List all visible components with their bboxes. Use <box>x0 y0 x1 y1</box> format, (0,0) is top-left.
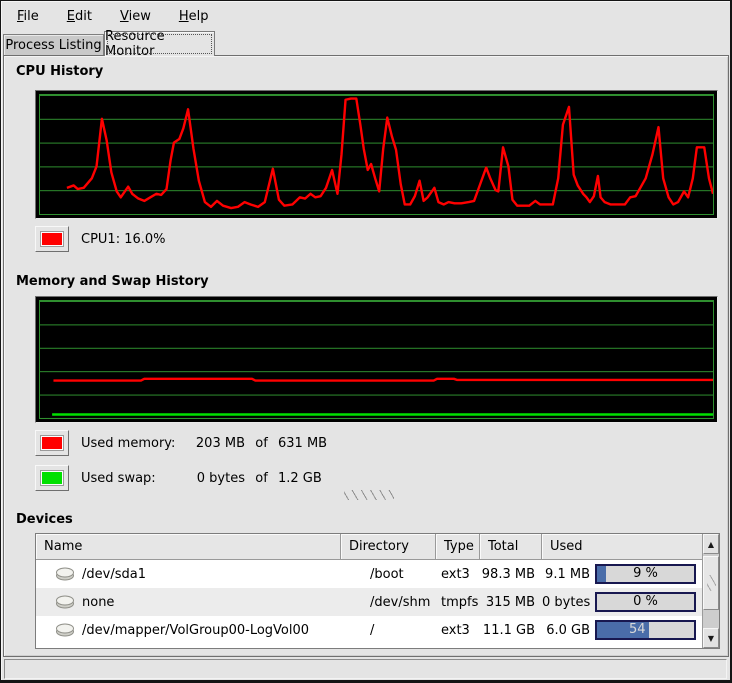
swap-color-button[interactable] <box>35 465 69 491</box>
column-header-total[interactable]: Total <box>480 534 542 560</box>
table-row[interactable]: /dev/mapper/VolGroup00-LogVol00 / ext3 1… <box>36 616 719 644</box>
device-type: ext3 <box>436 623 480 638</box>
swap-legend-row: Used swap: 0 bytes of 1.2 GB <box>35 465 322 491</box>
device-used-progressbar: 0 % <box>595 592 696 612</box>
system-monitor-window: File Edit View Help Process Listing Reso… <box>0 0 732 683</box>
scrollbar-grip-icon <box>707 575 716 591</box>
memory-history-plot <box>39 300 714 419</box>
menubar: File Edit View Help <box>3 3 727 29</box>
memory-history-title: Memory and Swap History <box>16 274 209 289</box>
menu-edit[interactable]: Edit <box>57 6 102 27</box>
menu-file[interactable]: File <box>7 6 49 27</box>
scrollbar-thumb[interactable] <box>703 556 719 610</box>
device-total: 11.1 GB <box>480 623 542 638</box>
device-name: /dev/sda1 <box>82 567 146 582</box>
device-used: 0 bytes <box>542 595 590 610</box>
vertical-scrollbar[interactable]: ▲ ▼ <box>702 534 719 648</box>
device-used-progressbar: 9 % <box>595 564 696 584</box>
progress-label: 0 % <box>597 594 694 610</box>
tab-process-listing[interactable]: Process Listing <box>3 34 104 56</box>
device-directory: /boot <box>341 567 436 582</box>
swap-legend-label: Used swap: <box>81 471 181 486</box>
disk-drive-icon <box>55 623 75 637</box>
scroll-down-icon[interactable]: ▼ <box>703 628 719 648</box>
status-bar <box>4 659 727 679</box>
pane-resize-handle-icon[interactable] <box>344 490 394 500</box>
device-directory: /dev/shm <box>341 595 436 610</box>
column-header-used[interactable]: Used <box>542 534 704 560</box>
cpu-legend-label: CPU1: 16.0% <box>81 232 166 247</box>
device-type: ext3 <box>436 567 480 582</box>
tab-resource-monitor[interactable]: Resource Monitor <box>104 31 215 56</box>
memory-color-swatch <box>41 436 63 450</box>
devices-table-header: Name Directory Type Total Used <box>36 534 719 560</box>
device-used-progressbar: 54 % <box>595 620 696 640</box>
device-used: 9.1 MB <box>542 567 590 582</box>
cpu-legend-row: CPU1: 16.0% <box>35 226 166 252</box>
table-row[interactable]: none /dev/shm tmpfs 315 MB 0 bytes 0 % <box>36 588 719 616</box>
memory-total-value: 631 MB <box>278 436 327 451</box>
table-row[interactable]: /dev/sda1 /boot ext3 98.3 MB 9.1 MB 9 % <box>36 560 719 588</box>
cpu-color-swatch <box>41 232 63 246</box>
column-header-directory[interactable]: Directory <box>341 534 436 560</box>
tab-process-listing-label: Process Listing <box>5 38 101 53</box>
column-header-name[interactable]: Name <box>36 534 341 560</box>
device-total: 315 MB <box>480 595 542 610</box>
memory-color-button[interactable] <box>35 430 69 456</box>
cpu-history-title: CPU History <box>16 64 103 79</box>
memory-history-graph <box>35 296 718 423</box>
memory-used-value: 203 MB <box>181 436 245 451</box>
swap-used-value: 0 bytes <box>181 471 245 486</box>
menu-help[interactable]: Help <box>169 6 219 27</box>
cpu-history-plot <box>39 94 714 215</box>
device-name: none <box>82 595 114 610</box>
swap-color-swatch <box>41 471 63 485</box>
device-used: 6.0 GB <box>542 623 590 638</box>
disk-drive-icon <box>55 567 75 581</box>
devices-title: Devices <box>16 512 73 527</box>
devices-table: Name Directory Type Total Used /dev/sda1… <box>35 533 720 649</box>
scroll-up-icon[interactable]: ▲ <box>703 534 719 554</box>
disk-drive-icon <box>55 595 75 609</box>
swap-total-value: 1.2 GB <box>278 471 322 486</box>
menu-view[interactable]: View <box>110 6 161 27</box>
resource-monitor-panel: CPU History CPU1: 16.0% Memory and Swap … <box>3 55 729 657</box>
progress-label: 54 % <box>597 622 694 638</box>
cpu-color-button[interactable] <box>35 226 69 252</box>
tab-focus-ring <box>108 35 211 53</box>
cpu-history-graph <box>35 90 718 219</box>
swap-of-text: of <box>245 471 278 486</box>
device-directory: / <box>341 623 436 638</box>
device-type: tmpfs <box>436 595 480 610</box>
memory-legend-label: Used memory: <box>81 436 181 451</box>
device-name: /dev/mapper/VolGroup00-LogVol00 <box>82 623 309 638</box>
memory-of-text: of <box>245 436 278 451</box>
progress-label: 9 % <box>597 566 694 582</box>
memory-legend-row: Used memory: 203 MB of 631 MB <box>35 430 327 456</box>
column-header-type[interactable]: Type <box>436 534 480 560</box>
device-total: 98.3 MB <box>480 567 542 582</box>
